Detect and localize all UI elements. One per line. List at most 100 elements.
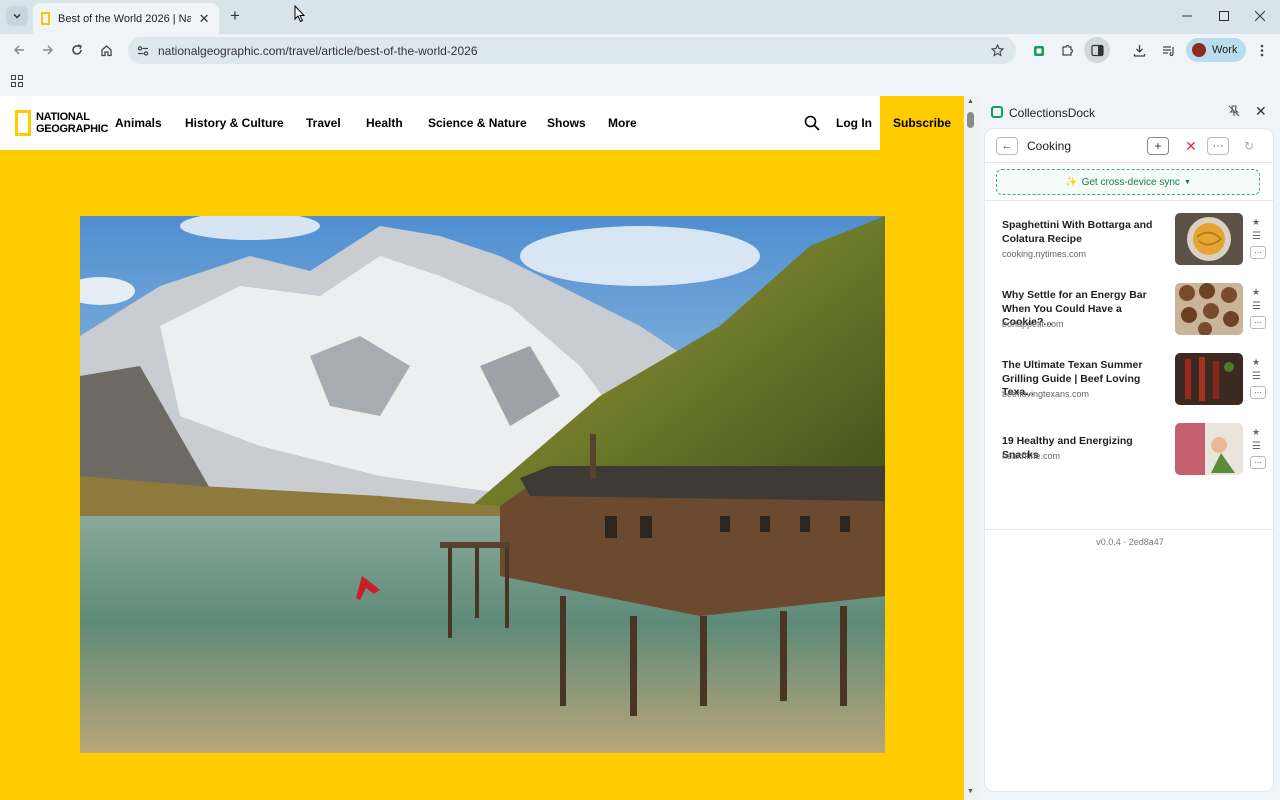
avatar bbox=[1192, 43, 1206, 57]
drag-handle-icon[interactable]: ☰ bbox=[1252, 371, 1261, 382]
star-bookmark-icon[interactable] bbox=[991, 44, 1004, 57]
collections-icon bbox=[1033, 45, 1044, 56]
maximize-button[interactable] bbox=[1214, 6, 1234, 26]
minimize-button[interactable] bbox=[1177, 6, 1197, 26]
forward-button[interactable] bbox=[37, 39, 59, 61]
sparkle-icon: ✨ bbox=[1065, 176, 1078, 188]
nav-more[interactable]: More bbox=[608, 116, 637, 130]
reload-icon bbox=[72, 44, 82, 55]
item-domain: cooking.nytimes.com bbox=[1002, 249, 1087, 259]
unpin-icon[interactable] bbox=[1228, 105, 1240, 117]
item-menu-button[interactable]: ··· bbox=[1250, 456, 1266, 469]
item-domain: beeflovingtexans.com bbox=[1002, 389, 1090, 399]
nav-shows[interactable]: Shows bbox=[547, 116, 586, 130]
delete-collection-button[interactable]: ✕ bbox=[1182, 137, 1200, 155]
cookies-thumbnail bbox=[1175, 283, 1243, 335]
window-close-button[interactable] bbox=[1250, 6, 1270, 26]
arrow-left-icon bbox=[13, 45, 24, 55]
star-icon[interactable]: ★ bbox=[1252, 287, 1260, 298]
drag-handle-icon[interactable]: ☰ bbox=[1252, 301, 1261, 312]
profile-button[interactable]: Work bbox=[1186, 38, 1246, 62]
dropdown-caret-icon: ▼ bbox=[1183, 178, 1191, 186]
media-queue-icon bbox=[1162, 45, 1174, 56]
tab-close-icon[interactable]: ✕ bbox=[197, 11, 211, 27]
apps-button[interactable] bbox=[6, 70, 28, 92]
reading-list-button[interactable] bbox=[1157, 39, 1179, 61]
collection-menu-button[interactable]: ··· bbox=[1207, 137, 1229, 155]
home-button[interactable] bbox=[95, 39, 117, 61]
list-item[interactable]: Why Settle for an Energy Bar When You Co… bbox=[985, 279, 1273, 349]
sync-label: Get cross-device sync bbox=[1081, 176, 1180, 188]
grilling-thumbnail bbox=[1175, 353, 1243, 405]
cross-device-sync-button[interactable]: ✨ Get cross-device sync ▼ bbox=[996, 169, 1260, 195]
drag-handle-icon[interactable]: ☰ bbox=[1252, 231, 1261, 242]
item-menu-button[interactable]: ··· bbox=[1250, 316, 1266, 329]
collections-extension-button[interactable] bbox=[1028, 39, 1050, 61]
kebab-menu-icon bbox=[1260, 44, 1264, 56]
maximize-icon bbox=[1219, 11, 1229, 21]
browser-menu-button[interactable] bbox=[1251, 39, 1273, 61]
address-bar[interactable]: nationalgeographic.com/travel/article/be… bbox=[128, 37, 1016, 64]
url-text[interactable]: nationalgeographic.com/travel/article/be… bbox=[158, 44, 478, 58]
scroll-up-arrow-icon[interactable]: ▲ bbox=[967, 98, 974, 105]
reload-button[interactable] bbox=[66, 39, 88, 61]
logo-line-1: NATIONAL bbox=[36, 111, 90, 123]
nav-animals[interactable]: Animals bbox=[115, 116, 162, 130]
list-item[interactable]: Spaghettini With Bottarga and Colatura R… bbox=[985, 209, 1273, 279]
download-icon bbox=[1133, 44, 1145, 57]
scrollbar-thumb[interactable] bbox=[967, 112, 974, 128]
browser-tab[interactable]: Best of the World 2026 | Nation ✕ bbox=[33, 3, 219, 34]
side-panel-close-icon[interactable]: ✕ bbox=[1255, 103, 1267, 120]
title-bar: Best of the World 2026 | Nation ✕ + bbox=[0, 0, 1280, 34]
natgeo-logo[interactable]: NATIONAL GEOGRAPHIC bbox=[15, 110, 108, 136]
item-domain: healthline.com bbox=[1002, 451, 1061, 461]
list-item[interactable]: 19 Healthy and Energizing Snacks healthl… bbox=[985, 419, 1273, 489]
star-icon[interactable]: ★ bbox=[1252, 217, 1260, 228]
nav-science-nature[interactable]: Science & Nature bbox=[428, 116, 527, 130]
profile-label: Work bbox=[1212, 44, 1238, 56]
puzzle-icon bbox=[1062, 44, 1074, 56]
list-item[interactable]: The Ultimate Texan Summer Grilling Guide… bbox=[985, 349, 1273, 419]
natgeo-favicon-icon bbox=[41, 12, 50, 25]
chevron-down-icon bbox=[13, 13, 21, 19]
tab-title: Best of the World 2026 | Nation bbox=[58, 12, 192, 25]
collection-card: ← Cooking + ✕ ··· ↻ ✨ Get cross-device s… bbox=[984, 128, 1274, 792]
page-scrollbar[interactable]: ▲ ▼ bbox=[964, 96, 978, 800]
side-panel-button[interactable] bbox=[1084, 37, 1110, 63]
login-link[interactable]: Log In bbox=[836, 116, 872, 130]
refresh-icon[interactable]: ↻ bbox=[1240, 137, 1258, 155]
subscribe-button[interactable]: Subscribe bbox=[880, 96, 964, 150]
side-panel-icon bbox=[1090, 44, 1104, 56]
star-icon[interactable]: ★ bbox=[1252, 357, 1260, 368]
collection-toolbar: ← Cooking + ✕ ··· ↻ bbox=[985, 129, 1273, 163]
back-button[interactable] bbox=[8, 39, 30, 61]
collections-icon bbox=[991, 106, 1003, 118]
tab-search-button[interactable] bbox=[6, 6, 28, 26]
extensions-button[interactable] bbox=[1057, 39, 1079, 61]
item-title[interactable]: Spaghettini With Bottarga and Colatura R… bbox=[1002, 219, 1170, 246]
side-panel-header: CollectionsDock ✕ bbox=[978, 96, 1280, 128]
snacks-thumbnail bbox=[1175, 423, 1243, 475]
side-panel: CollectionsDock ✕ ← Cooking + ✕ ··· ↻ ✨ … bbox=[978, 96, 1280, 800]
drag-handle-icon[interactable]: ☰ bbox=[1252, 441, 1261, 452]
close-icon bbox=[1255, 11, 1265, 21]
item-domain: bonappetit.com bbox=[1002, 319, 1064, 329]
search-icon[interactable] bbox=[804, 115, 820, 131]
item-menu-button[interactable]: ··· bbox=[1250, 386, 1266, 399]
back-button[interactable]: ← bbox=[996, 137, 1018, 155]
collection-name[interactable]: Cooking bbox=[1027, 139, 1071, 153]
star-icon[interactable]: ★ bbox=[1252, 427, 1260, 438]
nav-history-culture[interactable]: History & Culture bbox=[185, 116, 284, 130]
new-tab-button[interactable]: + bbox=[226, 6, 244, 25]
scroll-down-arrow-icon[interactable]: ▼ bbox=[967, 788, 974, 795]
browser-toolbar: nationalgeographic.com/travel/article/be… bbox=[0, 34, 1280, 66]
subscribe-label: Subscribe bbox=[892, 116, 952, 130]
downloads-button[interactable] bbox=[1128, 39, 1150, 61]
item-menu-button[interactable]: ··· bbox=[1250, 246, 1266, 259]
add-item-button[interactable]: + bbox=[1147, 137, 1169, 155]
arrow-right-icon bbox=[43, 45, 54, 55]
nav-health[interactable]: Health bbox=[366, 116, 403, 130]
site-info-icon[interactable] bbox=[136, 44, 150, 58]
nav-travel[interactable]: Travel bbox=[306, 116, 341, 130]
web-page: NATIONAL GEOGRAPHIC Animals History & Cu… bbox=[0, 96, 964, 800]
